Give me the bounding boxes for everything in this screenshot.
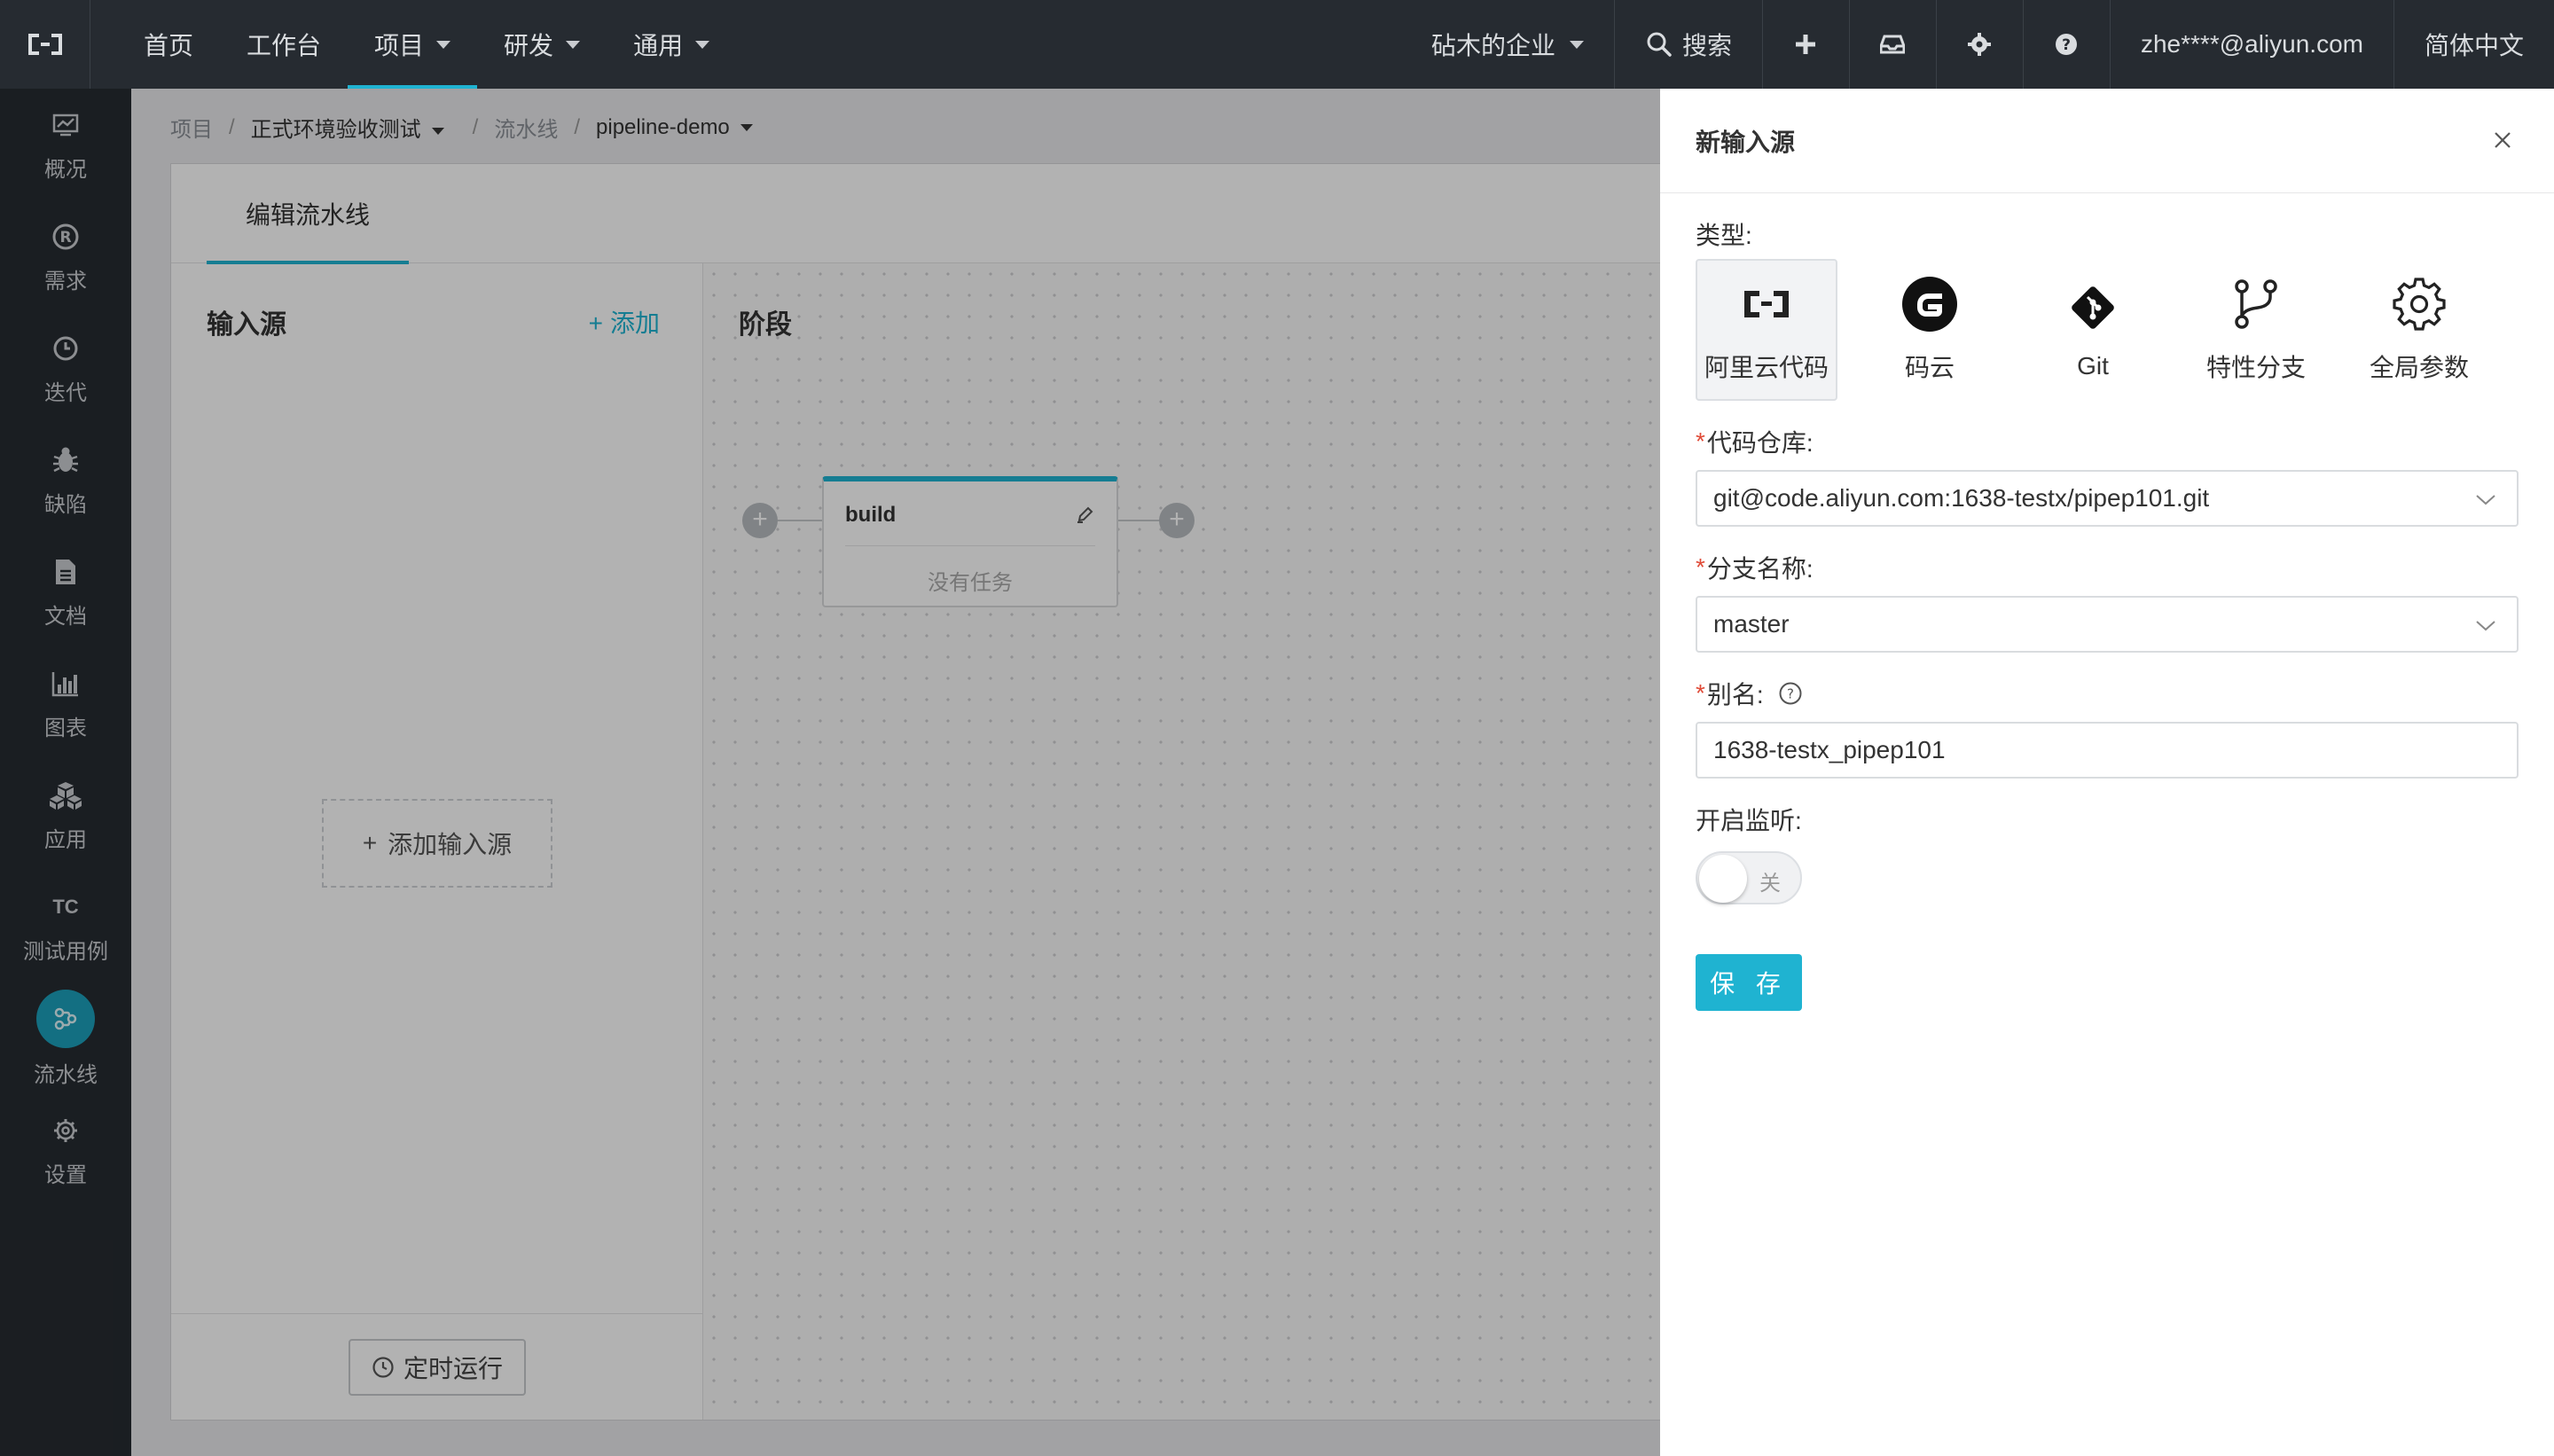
- repo-value: git@code.aliyun.com:1638-testx/pipep101.…: [1713, 484, 2210, 512]
- drawer-header: 新输入源: [1660, 89, 2554, 193]
- search-label: 搜索: [1681, 32, 1732, 59]
- nav-dev-label: 研发: [504, 32, 554, 59]
- settings-button[interactable]: [1935, 0, 2023, 89]
- type-label-text: 特性分支: [2205, 354, 2306, 381]
- nav-common[interactable]: 通用: [607, 0, 736, 89]
- drawer-body: 类型: 阿里云代码 码云 Git 特性分支 全局参数 * 代码仓库: git@c…: [1696, 193, 2519, 1011]
- type-git[interactable]: Git: [2022, 259, 2164, 401]
- repo-label: * 代码仓库:: [1696, 424, 2519, 459]
- alias-label-text: 别名:: [1706, 681, 1764, 708]
- caret-down-icon: [436, 40, 451, 49]
- svg-text:?: ?: [1787, 686, 1794, 702]
- language-label: 简体中文: [2424, 32, 2524, 59]
- help-icon[interactable]: ?: [1778, 681, 1803, 706]
- nav-project-label: 项目: [374, 32, 425, 59]
- type-feature-branch[interactable]: 特性分支: [2185, 259, 2327, 401]
- listen-label: 开启监听:: [1696, 802, 2519, 837]
- question-circle-icon: ?: [1779, 682, 1802, 705]
- listen-toggle[interactable]: 关: [1696, 851, 1802, 904]
- main-nav: 首页 工作台 项目 研发 通用: [90, 0, 736, 89]
- required-mark: *: [1696, 427, 1705, 455]
- gear-icon: [2393, 278, 2446, 331]
- search-button[interactable]: 搜索: [1613, 0, 1762, 89]
- top-nav: 首页 工作台 项目 研发 通用 砧木的企业 搜索 ? zhe****@aliyu…: [0, 0, 2554, 89]
- caret-down-icon: [695, 40, 710, 49]
- type-label-text: 类型:: [1696, 222, 1752, 249]
- inbox-icon: [1880, 35, 1906, 54]
- aliyun-logo-icon: [27, 34, 62, 55]
- user-email: zhe****@aliyun.com: [2140, 30, 2363, 58]
- branch-label-text: 分支名称:: [1706, 555, 1814, 583]
- question-icon: ?: [2056, 34, 2078, 55]
- branch-label: * 分支名称:: [1696, 550, 2519, 585]
- alias-input[interactable]: 1638-testx_pipep101: [1696, 722, 2519, 779]
- user-menu[interactable]: zhe****@aliyun.com: [2109, 0, 2393, 89]
- nav-common-label: 通用: [633, 32, 684, 59]
- type-global-params[interactable]: 全局参数: [2348, 259, 2490, 401]
- repo-select[interactable]: git@code.aliyun.com:1638-testx/pipep101.…: [1696, 470, 2519, 527]
- gitee-icon: [1902, 277, 1957, 332]
- nav-right: 砧木的企业 搜索 ? zhe****@aliyun.com 简体中文: [1401, 0, 2554, 89]
- inbox-button[interactable]: [1848, 0, 1936, 89]
- create-button[interactable]: [1761, 0, 1849, 89]
- type-aliyun-code[interactable]: 阿里云代码: [1696, 259, 1837, 401]
- drawer-title: 新输入源: [1696, 128, 1796, 156]
- type-label: 类型:: [1696, 216, 2519, 252]
- caret-down-icon: [1569, 40, 1584, 49]
- help-button[interactable]: ?: [2022, 0, 2110, 89]
- nav-workbench[interactable]: 工作台: [220, 0, 348, 89]
- close-icon: [2495, 132, 2511, 148]
- listen-label-text: 开启监听:: [1696, 807, 1802, 834]
- required-mark: *: [1696, 679, 1705, 707]
- language-switcher[interactable]: 简体中文: [2393, 0, 2554, 89]
- org-name: 砧木的企业: [1430, 32, 1555, 59]
- nav-workbench-label: 工作台: [247, 32, 322, 59]
- required-mark: *: [1696, 553, 1705, 581]
- source-type-picker: 阿里云代码 码云 Git 特性分支 全局参数: [1696, 259, 2519, 401]
- repo-label-text: 代码仓库:: [1706, 429, 1814, 457]
- logo[interactable]: [0, 0, 90, 89]
- aliyun-code-icon: [1744, 291, 1789, 317]
- nav-project[interactable]: 项目: [348, 0, 478, 89]
- new-source-drawer: 新输入源 类型: 阿里云代码 码云 Git 特性分支 全局参数 * 代码仓库: …: [1660, 89, 2554, 1456]
- close-button[interactable]: [2487, 124, 2519, 156]
- alias-label: * 别名: ?: [1696, 676, 2519, 711]
- type-gitee[interactable]: 码云: [1859, 259, 2001, 401]
- type-label-text: 全局参数: [2369, 354, 2469, 381]
- nav-home[interactable]: 首页: [117, 0, 220, 89]
- save-button[interactable]: 保 存: [1696, 954, 1802, 1011]
- git-icon: [2072, 286, 2114, 329]
- chevron-down-icon: [2476, 621, 2495, 631]
- toggle-knob: [1699, 855, 1747, 903]
- plus-icon: [1796, 35, 1816, 54]
- branch-icon: [2235, 279, 2277, 329]
- org-switcher[interactable]: 砧木的企业: [1401, 0, 1614, 89]
- search-icon: [1647, 32, 1672, 57]
- svg-text:?: ?: [2063, 36, 2072, 54]
- toggle-state: 关: [1759, 872, 1781, 896]
- caret-down-icon: [566, 40, 581, 49]
- gear-icon: [1968, 33, 1992, 56]
- nav-home-label: 首页: [144, 32, 194, 59]
- type-label-text: Git: [2077, 352, 2109, 380]
- branch-select[interactable]: master: [1696, 596, 2519, 653]
- branch-value: master: [1713, 610, 1790, 638]
- type-label-text: 码云: [1904, 354, 1955, 381]
- type-label-text: 阿里云代码: [1704, 354, 1829, 381]
- drawer-overlay[interactable]: [0, 89, 1660, 1456]
- nav-dev[interactable]: 研发: [477, 0, 607, 89]
- chevron-down-icon: [2476, 495, 2495, 505]
- alias-value: 1638-testx_pipep101: [1713, 736, 1946, 763]
